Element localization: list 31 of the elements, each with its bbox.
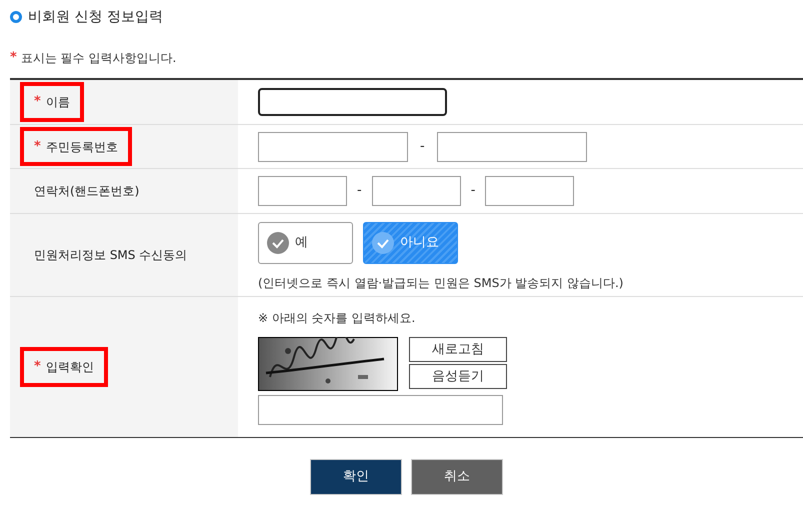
captcha-button[interactable]: 새로고침 bbox=[409, 337, 507, 362]
check-icon bbox=[372, 232, 394, 254]
field-label: 입력확인 bbox=[46, 359, 94, 376]
section-title: 비회원 신청 정보입력 bbox=[28, 8, 163, 26]
field-label: 연락처(핸드폰번호) bbox=[34, 183, 140, 200]
required-mark: * bbox=[34, 138, 41, 156]
input-field[interactable] bbox=[258, 132, 408, 162]
required-note: 표시는 필수 입력사항입니다. bbox=[20, 50, 176, 67]
input-field[interactable] bbox=[258, 176, 347, 206]
captcha-button[interactable]: 음성듣기 bbox=[409, 364, 507, 389]
required-mark: * bbox=[34, 358, 41, 376]
input-field[interactable] bbox=[372, 176, 461, 206]
separator: - bbox=[420, 138, 425, 156]
required-mark: * bbox=[34, 93, 41, 112]
separator: - bbox=[357, 182, 362, 200]
check-icon bbox=[267, 232, 289, 254]
action-button[interactable]: 취소 bbox=[411, 459, 503, 495]
captcha-input[interactable] bbox=[258, 395, 503, 425]
help-note: (인터넷으로 즉시 열람·발급되는 민원은 SMS가 발송되지 않습니다.) bbox=[258, 275, 624, 292]
field-label: 민원처리정보 SMS 수신동의 bbox=[34, 247, 188, 264]
circle-icon bbox=[10, 11, 22, 23]
field-label: 주민등록번호 bbox=[46, 138, 118, 156]
captcha-instruction: ※ 아래의 숫자를 입력하세요. bbox=[258, 310, 416, 327]
input-field[interactable] bbox=[258, 88, 447, 116]
radio-option[interactable]: 예 bbox=[258, 222, 353, 264]
input-field[interactable] bbox=[485, 176, 574, 206]
separator: - bbox=[470, 182, 476, 200]
action-button[interactable]: 확인 bbox=[310, 459, 402, 495]
field-label: 이름 bbox=[46, 94, 70, 111]
required-mark: * bbox=[10, 49, 17, 68]
input-field[interactable] bbox=[436, 132, 587, 162]
